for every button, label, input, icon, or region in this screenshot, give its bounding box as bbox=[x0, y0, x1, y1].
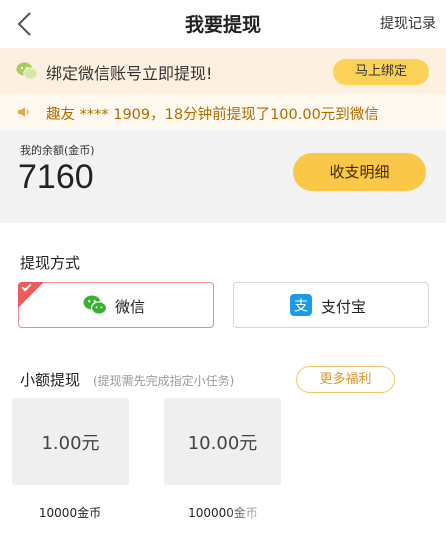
method-label-alipay: 支付宝 bbox=[321, 298, 367, 316]
amount-coins-label: 100000金币 bbox=[188, 506, 258, 520]
notice-text: 趣友 **** 1909，18分钟前提现了100.00元到微信 bbox=[46, 107, 379, 123]
amount-value: 1.00元 bbox=[41, 433, 100, 454]
small-withdraw-note: (提现需先完成指定小任务) bbox=[93, 374, 235, 388]
speaker-icon bbox=[18, 107, 29, 117]
method-option-wechat[interactable]: 微信 bbox=[18, 281, 214, 328]
amount-option-2[interactable]: 10.00元 bbox=[164, 398, 281, 485]
svg-text:支: 支 bbox=[294, 299, 308, 315]
balance-value: 7160 bbox=[18, 158, 94, 196]
bind-wechat-text: 绑定微信账号立即提现! bbox=[46, 64, 213, 83]
amount-coins-label: 10000金币 bbox=[38, 506, 102, 520]
amount-option-1[interactable]: 1.00元 bbox=[12, 398, 129, 485]
wechat-icon bbox=[16, 62, 38, 80]
balance-panel: 我的余额(金币) 7160 收支明细 bbox=[0, 130, 446, 223]
header-bar: 我要提现 提现记录 bbox=[0, 0, 446, 48]
small-withdraw-title: 小额提现 bbox=[20, 371, 81, 389]
alipay-icon: 支 bbox=[290, 294, 312, 316]
bind-wechat-banner: 绑定微信账号立即提现! 马上绑定 bbox=[0, 48, 446, 94]
income-expense-detail-button[interactable]: 收支明细 bbox=[293, 153, 426, 191]
more-benefits-button[interactable]: 更多福利 bbox=[296, 366, 395, 393]
notice-marquee: 趣友 **** 1909，18分钟前提现了100.00元到微信 bbox=[0, 94, 446, 130]
watermark-fade bbox=[224, 496, 268, 526]
balance-label: 我的余额(金币) bbox=[20, 144, 95, 157]
amount-value: 10.00元 bbox=[187, 433, 258, 454]
chevron-left-icon[interactable] bbox=[14, 11, 36, 37]
withdraw-records-link[interactable]: 提现记录 bbox=[380, 13, 436, 33]
method-option-alipay[interactable]: 支 支付宝 bbox=[233, 282, 429, 328]
bind-now-button[interactable]: 马上绑定 bbox=[333, 59, 429, 85]
wechat-icon bbox=[83, 295, 107, 315]
method-label-wechat: 微信 bbox=[115, 298, 146, 316]
withdraw-method-title: 提现方式 bbox=[20, 254, 81, 272]
